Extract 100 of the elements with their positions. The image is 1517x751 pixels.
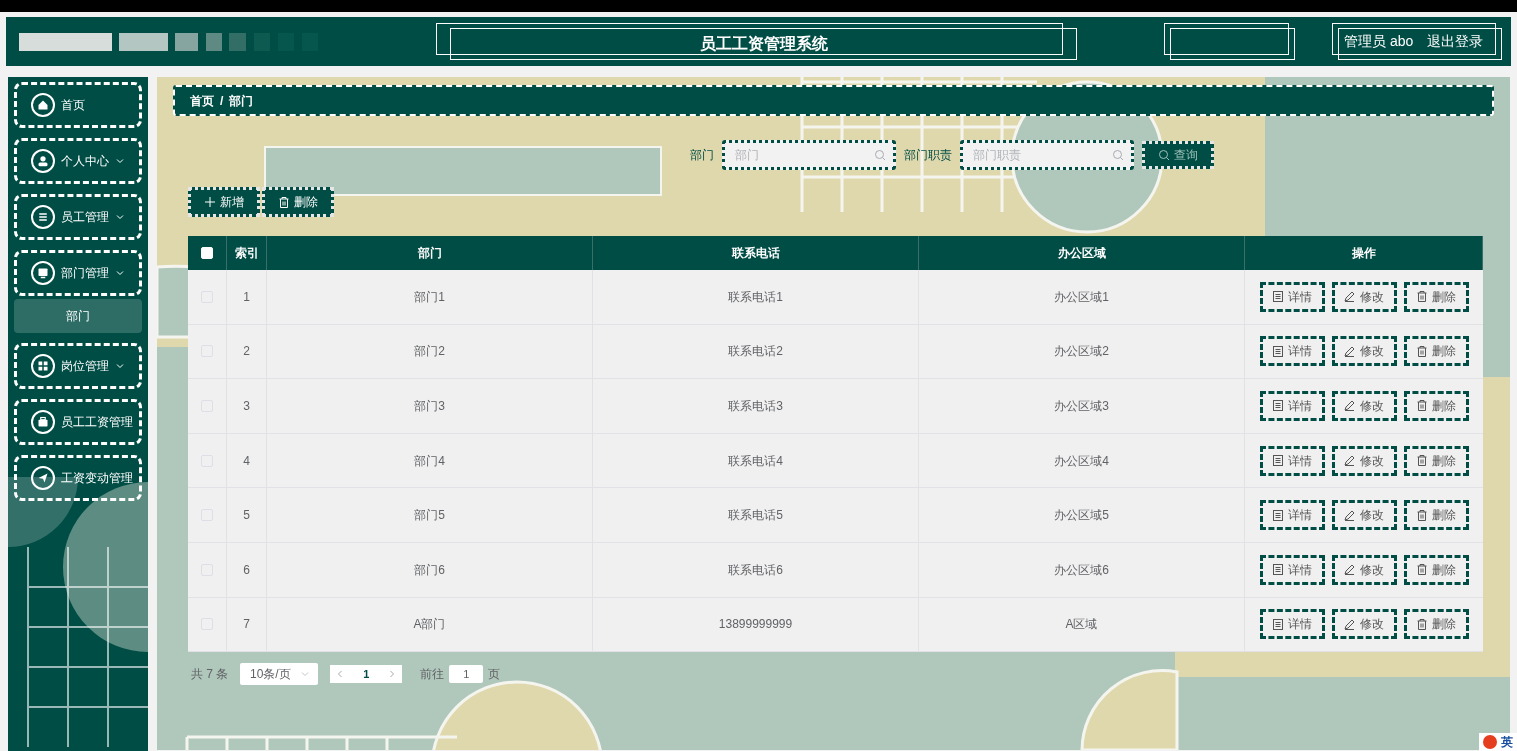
- document-icon: [1272, 618, 1283, 630]
- table-cell-text: 部门2: [414, 343, 445, 361]
- table-cell-text: 联系电话6: [728, 561, 783, 579]
- menu-icon: [31, 354, 55, 378]
- delete-button[interactable]: 删除: [1403, 281, 1469, 312]
- trash-icon: [1416, 509, 1427, 521]
- delete-button[interactable]: 删除: [1403, 609, 1469, 640]
- sidebar-menu-item[interactable]: 工资变动管理: [14, 455, 142, 501]
- delete-button[interactable]: 删除: [1403, 336, 1469, 367]
- goto-page-field[interactable]: 1: [449, 665, 484, 684]
- page-number[interactable]: 1: [356, 665, 377, 683]
- detail-button[interactable]: 详情: [1259, 281, 1325, 312]
- edit-button[interactable]: 修改: [1331, 336, 1397, 367]
- document-icon: [1272, 345, 1283, 357]
- table-cell-text: 1: [243, 288, 250, 306]
- chevron-down-icon: [116, 269, 124, 277]
- sidebar-menu-item[interactable]: 个人中心: [14, 138, 142, 184]
- table-cell-text: 办公区域4: [1054, 452, 1109, 470]
- trash-icon: [1416, 400, 1427, 412]
- field-label: 部门: [689, 147, 714, 164]
- ime-icon[interactable]: [1483, 735, 1497, 749]
- breadcrumb-separator: /: [220, 92, 224, 110]
- table-cell-text: 部门6: [414, 561, 445, 579]
- delete-button[interactable]: 删除: [1403, 500, 1469, 531]
- column-header: 部门: [267, 236, 593, 270]
- sidebar-menu-item[interactable]: 首页: [14, 82, 142, 128]
- table-cell-text: 部门1: [414, 288, 445, 306]
- sidebar-menu-item[interactable]: 员工工资管理: [14, 399, 142, 445]
- document-icon: [1272, 400, 1283, 412]
- table-cell-text: 部门3: [414, 398, 445, 415]
- table-cell-text: 2: [243, 343, 250, 361]
- pencil-icon: [1344, 345, 1355, 357]
- search-icon: [1111, 149, 1124, 161]
- submenu-item[interactable]: 部门: [14, 299, 142, 333]
- search-field[interactable]: 部门职责: [959, 140, 1134, 170]
- menu-icon: [31, 261, 55, 285]
- document-icon: [1272, 564, 1283, 576]
- column-header: 联系电话: [593, 236, 919, 270]
- table-cell-text: 办公区域6: [1054, 561, 1109, 579]
- chevron-down-icon: [116, 213, 124, 221]
- edit-button[interactable]: 修改: [1331, 445, 1397, 476]
- edit-button[interactable]: 修改: [1331, 281, 1397, 312]
- pencil-icon: [1344, 291, 1355, 303]
- table-cell-text: 联系电话4: [728, 452, 783, 470]
- document-icon: [1272, 455, 1283, 467]
- goto-label: 前往: [420, 666, 445, 684]
- detail-button[interactable]: 详情: [1259, 554, 1325, 585]
- table-cell-text: 办公区域3: [1054, 398, 1109, 415]
- add-button[interactable]: 新增: [188, 187, 260, 217]
- chevron-down-icon: [116, 157, 124, 165]
- logout-link[interactable]: 退出登录: [1427, 31, 1484, 52]
- pencil-icon: [1344, 400, 1355, 412]
- breadcrumb-link[interactable]: 首页: [190, 91, 214, 110]
- search-icon: [1157, 149, 1170, 161]
- table-cell-text: 办公区域2: [1054, 343, 1109, 361]
- next-page-button[interactable]: [388, 670, 397, 679]
- detail-button[interactable]: 详情: [1259, 445, 1325, 476]
- table-cell-text: 3: [243, 398, 250, 415]
- select-all-checkbox[interactable]: [201, 247, 213, 259]
- table-cell-text: 7: [243, 616, 250, 634]
- trash-icon: [1416, 564, 1427, 576]
- sidebar-menu-item[interactable]: 部门管理: [14, 250, 142, 296]
- search-icon: [873, 149, 886, 161]
- table-cell-text: 5: [243, 507, 250, 525]
- edit-button[interactable]: 修改: [1331, 391, 1397, 421]
- delete-button[interactable]: 删除: [1403, 445, 1469, 476]
- detail-button[interactable]: 详情: [1259, 609, 1325, 640]
- total-count: 共 7 条: [191, 666, 229, 684]
- table-cell-text: 6: [243, 561, 250, 579]
- edit-button[interactable]: 修改: [1331, 554, 1397, 585]
- delete-button[interactable]: 删除: [1403, 554, 1469, 585]
- table-cell-text: 部门4: [414, 452, 445, 470]
- plus-icon: [204, 197, 215, 207]
- table-cell-text: 13899999999: [718, 616, 793, 634]
- table-cell-text: 联系电话5: [728, 507, 783, 525]
- delete-button[interactable]: 删除: [262, 187, 334, 217]
- goto-suffix: 页: [488, 666, 501, 684]
- edit-button[interactable]: 修改: [1331, 500, 1397, 531]
- search-button[interactable]: 查询: [1141, 141, 1214, 169]
- table-cell-text: 部门5: [414, 507, 445, 525]
- menu-icon: [31, 410, 55, 434]
- document-icon: [1272, 509, 1283, 521]
- document-icon: [1272, 291, 1283, 303]
- page-size-select[interactable]: 10条/页: [240, 663, 319, 686]
- table-cell-text: 联系电话3: [728, 398, 783, 415]
- search-field[interactable]: 部门: [721, 140, 896, 170]
- sidebar-menu-item[interactable]: 员工管理: [14, 194, 142, 240]
- chevron-down-icon: [116, 362, 124, 370]
- sidebar-menu-item[interactable]: 岗位管理: [14, 343, 142, 389]
- table-cell-text: 联系电话1: [728, 288, 783, 306]
- previous-page-button[interactable]: [336, 670, 345, 679]
- breadcrumb-link[interactable]: 部门: [229, 91, 254, 110]
- delete-button[interactable]: 删除: [1403, 391, 1469, 421]
- detail-button[interactable]: 详情: [1259, 500, 1325, 531]
- trash-icon: [1416, 618, 1427, 630]
- detail-button[interactable]: 详情: [1259, 391, 1325, 421]
- detail-button[interactable]: 详情: [1259, 336, 1325, 367]
- column-header: 索引: [227, 236, 267, 270]
- table-cell-text: 办公区域5: [1054, 507, 1109, 525]
- edit-button[interactable]: 修改: [1331, 609, 1397, 640]
